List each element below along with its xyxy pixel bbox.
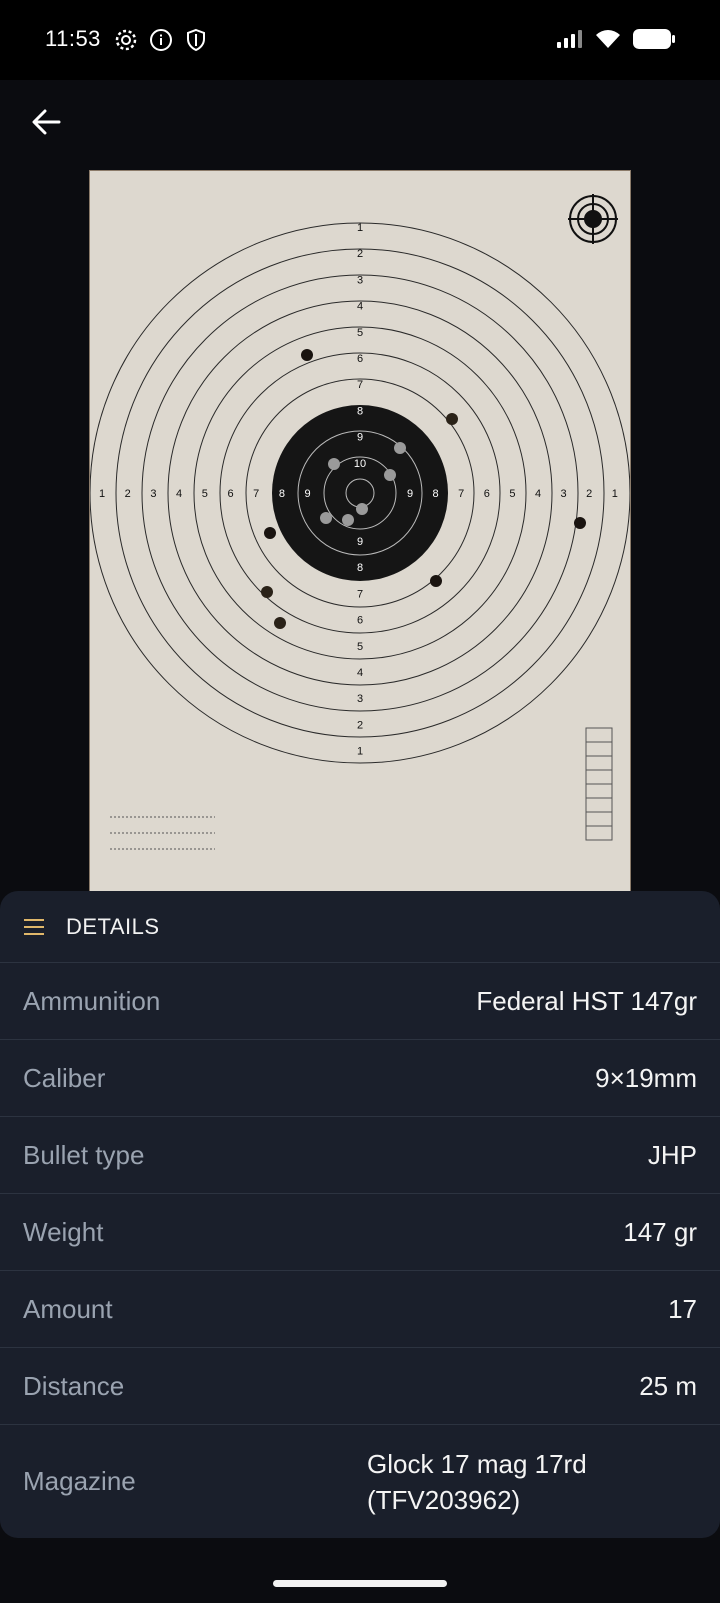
gear-icon	[114, 28, 138, 52]
detail-value: 25 m	[639, 1370, 697, 1401]
status-time: 11:53	[45, 26, 101, 51]
ring-number: 9	[357, 536, 363, 548]
detail-row-amount: Amount 17	[0, 1271, 720, 1348]
detail-label: Amount	[23, 1293, 113, 1324]
ring-number: 9	[407, 488, 413, 500]
target-photo[interactable]: 1 2 3 4 5 6 7 8 9 10 1 2 3 4 5 6 7 8 9 9 8 7 6 5 4 3 2 1 9 8 7 6 5 4 3 2 1	[90, 171, 630, 891]
ring-number: 3	[357, 693, 363, 705]
detail-value: Federal HST 147gr	[476, 985, 697, 1016]
signal-icon	[556, 29, 584, 54]
ring-number: 8	[357, 405, 363, 417]
ring-number: 7	[458, 488, 464, 500]
ring-number: 4	[535, 488, 541, 500]
ring-number: 1	[357, 222, 363, 234]
ring-number: 5	[509, 488, 515, 500]
detail-label: Weight	[23, 1216, 104, 1247]
ring-number: 4	[357, 301, 363, 313]
battery-icon	[632, 28, 676, 55]
ring-number: 6	[357, 615, 363, 627]
ring-number: 6	[484, 488, 490, 500]
ring-number: 7	[357, 588, 363, 600]
detail-label: Caliber	[23, 1062, 106, 1093]
ring-number: 5	[357, 641, 363, 653]
ring-number: 10	[354, 458, 366, 470]
arrow-left-icon	[31, 109, 61, 140]
ring-number: 1	[357, 746, 363, 758]
ring-number: 6	[227, 488, 233, 500]
detail-row-distance: Distance 25 m	[0, 1348, 720, 1425]
ring-number: 2	[586, 488, 592, 500]
detail-label: Magazine	[23, 1466, 136, 1496]
details-header[interactable]: DETAILS	[0, 891, 720, 963]
detail-value: 17	[668, 1293, 697, 1324]
wifi-icon	[594, 28, 622, 55]
home-indicator[interactable]	[273, 1580, 447, 1587]
shield-icon	[184, 28, 208, 52]
ring-number: 2	[357, 719, 363, 731]
ring-number: 5	[357, 327, 363, 339]
ring-number: 9	[357, 432, 363, 444]
ring-number: 1	[99, 488, 105, 500]
ring-number: 9	[305, 488, 311, 500]
menu-icon	[24, 918, 46, 935]
detail-label: Bullet type	[23, 1139, 145, 1170]
ring-number: 7	[253, 488, 259, 500]
ring-number: 5	[202, 488, 208, 500]
detail-row-caliber: Caliber 9×19mm	[0, 1040, 720, 1117]
status-bar: 11:53	[0, 0, 720, 80]
ring-number: 1	[612, 488, 618, 500]
back-button[interactable]	[22, 100, 70, 148]
ring-number: 8	[357, 562, 363, 574]
detail-label: Distance	[23, 1370, 125, 1401]
details-panel: DETAILS Ammunition Federal HST 147gr Cal…	[0, 891, 720, 1538]
ring-number: 6	[357, 353, 363, 365]
detail-row-bullet-type: Bullet type JHP	[0, 1117, 720, 1194]
detail-label: Ammunition	[23, 985, 161, 1016]
ring-number: 4	[357, 667, 363, 679]
detail-value: JHP	[647, 1139, 697, 1170]
detail-value: 9×19mm	[595, 1062, 697, 1093]
detail-row-weight: Weight 147 gr	[0, 1194, 720, 1271]
detail-row-ammunition: Ammunition Federal HST 147gr	[0, 963, 720, 1040]
detail-row-magazine: Magazine Glock 17 mag 17rd (TFV203962)	[0, 1425, 720, 1538]
ring-number: 4	[176, 488, 182, 500]
details-title: DETAILS	[66, 913, 160, 939]
ring-number: 7	[357, 379, 363, 391]
ring-number: 2	[357, 248, 363, 260]
detail-value: 147 gr	[623, 1216, 697, 1247]
ring-number: 8	[433, 488, 439, 500]
ring-number: 8	[279, 488, 285, 500]
ring-number: 2	[125, 488, 131, 500]
ring-number: 3	[150, 488, 156, 500]
detail-value: Glock 17 mag 17rd (TFV203962)	[367, 1448, 587, 1515]
info-icon	[149, 28, 173, 52]
ring-number: 3	[561, 488, 567, 500]
ring-number: 3	[357, 274, 363, 286]
